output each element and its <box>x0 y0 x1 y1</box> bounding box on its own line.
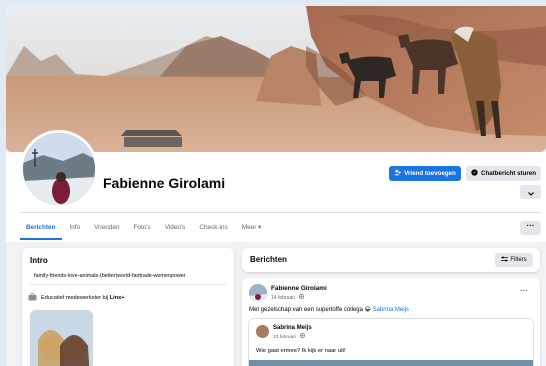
shared-author-avatar[interactable] <box>256 325 269 338</box>
intro-card: Intro family-friends-love-animals-(bette… <box>22 248 234 366</box>
tab-check-ins[interactable]: Check-ins <box>192 216 234 240</box>
filters-label: Filters <box>510 257 527 263</box>
profile-options-button[interactable] <box>520 185 541 199</box>
shared-post[interactable]: Sabrina Meijs 13 februari · Wie gaat erm… <box>248 318 534 366</box>
post-options-button[interactable]: ··· <box>520 286 528 295</box>
shared-post-date[interactable]: 13 februari · <box>273 335 300 340</box>
intro-work-row: Educatief medewerkster bij Linx+ <box>28 293 124 303</box>
post-author-avatar[interactable] <box>249 284 267 302</box>
grin-emoji: 😀 <box>364 307 371 313</box>
tab-berichten[interactable]: Berichten <box>20 216 63 240</box>
shared-post-meta: 13 februari · <box>273 333 306 340</box>
messenger-icon <box>471 169 478 178</box>
featured-photo[interactable] <box>30 310 93 366</box>
briefcase-icon <box>28 293 37 303</box>
filters-button[interactable]: Filters <box>495 253 533 267</box>
chevron-down-icon <box>527 183 534 201</box>
tab-vrienden[interactable]: Vrienden <box>87 216 126 240</box>
send-message-label: Chatbericht sturen <box>480 170 536 177</box>
add-person-icon <box>394 169 402 178</box>
mention-link[interactable]: Sabrina Meijs <box>373 307 409 313</box>
more-options-button[interactable]: ··· <box>520 221 541 235</box>
intro-divider <box>30 284 226 285</box>
shared-post-image[interactable] <box>249 360 533 366</box>
post-meta: 14 februari · <box>271 294 305 301</box>
work-prefix: Educatief medewerkster bij <box>41 295 110 301</box>
header-divider <box>20 212 541 213</box>
tab-meer[interactable]: Meer ▾ <box>235 216 269 240</box>
filter-sliders-icon <box>501 256 509 264</box>
intro-title: Intro <box>30 256 48 265</box>
posts-header-card: Berichten Filters <box>242 248 540 272</box>
add-friend-label: Vriend toevoegen <box>404 170 456 177</box>
post-text: Met gezelschap van een supertoffe colleg… <box>249 307 409 313</box>
globe-icon <box>300 333 306 340</box>
globe-icon <box>299 294 305 301</box>
intro-bio: family-friends-love-animals-(better)worl… <box>34 273 186 279</box>
send-message-button[interactable]: Chatbericht sturen <box>466 166 541 181</box>
tab-videos[interactable]: Video's <box>158 216 193 240</box>
profile-avatar[interactable] <box>20 130 98 208</box>
more-dots-icon: ··· <box>526 221 535 230</box>
profile-tabs: Berichten Info Vrienden Foto's Video's C… <box>20 216 268 240</box>
profile-name: Fabienne Girolami <box>103 175 226 191</box>
post-author-name[interactable]: Fabienne Girolami <box>271 285 327 292</box>
add-friend-button[interactable]: Vriend toevoegen <box>389 166 461 181</box>
shared-author-name[interactable]: Sabrina Meijs <box>273 325 312 331</box>
cover-photo[interactable] <box>6 6 546 152</box>
post-date[interactable]: 14 februari · <box>271 295 299 301</box>
shared-post-text: Wie gaat ermee? Ik kijk er naar uit! <box>256 348 346 354</box>
posts-title: Berichten <box>250 255 287 264</box>
tab-fotos[interactable]: Foto's <box>127 216 158 240</box>
tab-info[interactable]: Info <box>62 216 87 240</box>
post-card: Fabienne Girolami 14 februari · ··· Met … <box>242 278 540 366</box>
work-place-link[interactable]: Linx+ <box>110 295 125 301</box>
